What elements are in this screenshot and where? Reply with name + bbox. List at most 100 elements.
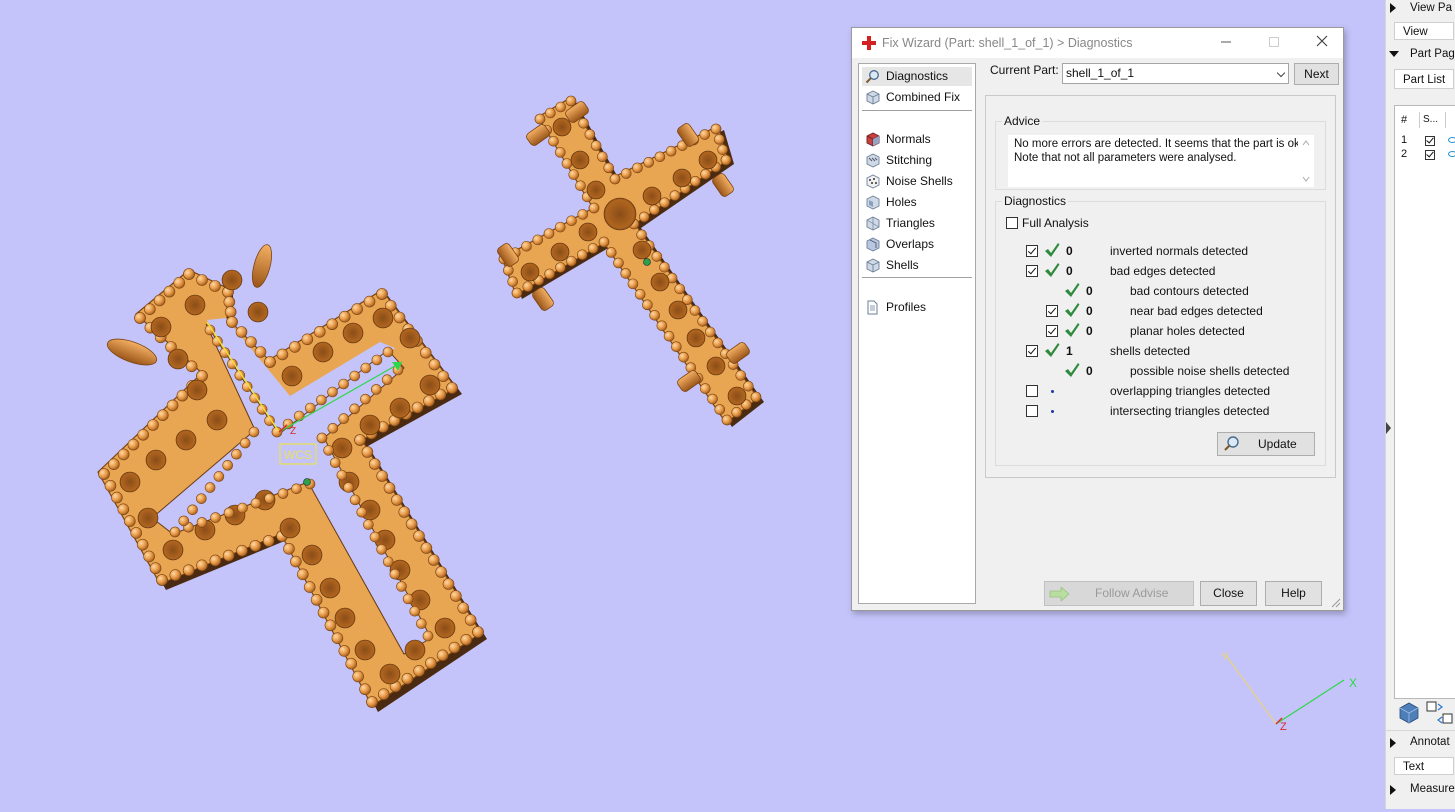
nav-item-profiles[interactable]: Profiles: [862, 298, 972, 317]
nav-item-combined-fix[interactable]: Combined Fix: [862, 88, 972, 107]
minimize-icon: [1221, 41, 1231, 43]
text-tab[interactable]: Text: [1394, 757, 1454, 775]
nav-item-label: Noise Shells: [886, 174, 953, 188]
diagnostic-count: 0: [1086, 324, 1093, 338]
magnifier-icon: [1224, 436, 1239, 451]
shells-icon: [866, 258, 880, 273]
full-analysis-checkbox[interactable]: [1006, 217, 1018, 229]
diagnostic-row: 1 shells detected: [996, 341, 1326, 361]
close-button[interactable]: Close: [1200, 581, 1257, 606]
wcs-z-label: Z: [290, 426, 296, 437]
diagnostic-count: 0: [1086, 364, 1093, 378]
nav-item-diagnostics[interactable]: Diagnostics: [862, 67, 972, 86]
overlaps-icon: [866, 237, 880, 252]
current-part-select[interactable]: shell_1_of_1: [1062, 63, 1289, 84]
diagnostic-count: 0: [1066, 244, 1073, 258]
part-number: 1: [1401, 134, 1408, 146]
checkmark-icon: [1065, 283, 1080, 297]
part-visible-checkbox[interactable]: [1425, 150, 1435, 160]
nav-item-shells[interactable]: Shells: [862, 256, 972, 275]
eye-icon[interactable]: [1448, 151, 1455, 157]
diagnostic-row: 0 planar holes detected: [996, 321, 1326, 341]
diagnostic-checkbox[interactable]: [1046, 325, 1058, 337]
current-part-value: shell_1_of_1: [1066, 66, 1135, 80]
part-list-row[interactable]: 2: [1395, 148, 1455, 162]
noise-shells-icon: [866, 174, 880, 189]
advice-group: Advice No more errors are detected. It s…: [995, 114, 1326, 190]
rotation-center-marker: [303, 478, 311, 486]
nav-divider: [862, 277, 972, 278]
resize-grip-icon[interactable]: [1329, 596, 1341, 608]
advice-line-2: Note that not all parameters were analys…: [1014, 152, 1237, 164]
diagnostic-count: 1: [1066, 344, 1073, 358]
diagnostic-label: overlapping triangles detected: [1110, 384, 1271, 398]
profiles-icon: [867, 300, 878, 315]
close-window-button[interactable]: [1311, 33, 1333, 53]
full-analysis-checkbox-row[interactable]: Full Analysis: [1006, 214, 1126, 232]
maximize-button: [1263, 33, 1285, 53]
part-pages-header[interactable]: Part Pag: [1410, 48, 1455, 60]
col-header-status: S...: [1423, 114, 1439, 125]
view-tab-label: View: [1403, 26, 1428, 38]
part-tools-icon[interactable]: [1396, 700, 1455, 726]
help-button[interactable]: Help: [1265, 581, 1322, 606]
checkmark-icon: [1045, 243, 1060, 257]
nav-item-label: Stitching: [886, 153, 933, 167]
update-button[interactable]: Update: [1217, 432, 1315, 456]
nav-item-stitching[interactable]: Stitching: [862, 151, 972, 170]
diagnostic-checkbox[interactable]: [1026, 385, 1038, 397]
diagnostic-row: 0 bad contours detected: [996, 281, 1326, 301]
diagnostic-label: possible noise shells detected: [1130, 364, 1290, 378]
diagnostic-row: 0 near bad edges detected: [996, 301, 1326, 321]
part-list-row[interactable]: 1: [1395, 134, 1455, 148]
measure-header[interactable]: Measure: [1410, 783, 1455, 795]
expand-triangle-icon[interactable]: [1390, 785, 1396, 795]
next-button-label: Next: [1304, 67, 1329, 81]
col-divider: [1419, 112, 1420, 128]
nav-item-label: Triangles: [886, 216, 935, 230]
nav-item-noise-shells[interactable]: Noise Shells: [862, 172, 972, 191]
diagnostic-row: 0 bad edges detected: [996, 261, 1326, 281]
nav-item-label: Overlaps: [886, 237, 935, 251]
dialog-titlebar[interactable]: Fix Wizard (Part: shell_1_of_1) > Diagno…: [852, 28, 1343, 58]
diagnostic-checkbox[interactable]: [1026, 345, 1038, 357]
diagnostic-checkbox[interactable]: [1026, 405, 1038, 417]
cross-1-bail-right: [252, 244, 272, 288]
collapse-triangle-icon[interactable]: [1389, 51, 1399, 57]
next-button[interactable]: Next: [1294, 63, 1339, 85]
diagnostic-count: 0: [1066, 264, 1073, 278]
diagnostic-checkbox[interactable]: [1026, 245, 1038, 257]
full-analysis-label: Full Analysis: [1022, 216, 1089, 230]
red-cross-icon: [862, 36, 876, 50]
part-list-tab[interactable]: Part List: [1394, 69, 1454, 89]
minimize-button[interactable]: [1215, 33, 1237, 53]
diagnostic-row: 0 inverted normals detected: [996, 241, 1326, 261]
fix-wizard-dialog: Fix Wizard (Part: shell_1_of_1) > Diagno…: [851, 27, 1344, 611]
diagnostic-label: intersecting triangles detected: [1110, 404, 1270, 418]
cross-part-2[interactable]: [496, 95, 764, 427]
diagnostic-checkbox[interactable]: [1026, 265, 1038, 277]
diagnostic-checkbox[interactable]: [1046, 305, 1058, 317]
diagnostic-row: overlapping triangles detected: [996, 381, 1326, 401]
annotations-header[interactable]: Annotat: [1410, 736, 1450, 748]
eye-icon[interactable]: [1448, 137, 1455, 143]
advice-scrollbar[interactable]: [1298, 135, 1314, 187]
cube-icon: [866, 90, 880, 105]
nav-item-triangles[interactable]: Triangles: [862, 214, 972, 233]
col-divider: [1445, 112, 1446, 128]
help-button-label: Help: [1281, 586, 1306, 600]
view-tab[interactable]: View: [1394, 22, 1454, 40]
part-visible-checkbox[interactable]: [1425, 136, 1435, 146]
nav-item-overlaps[interactable]: Overlaps: [862, 235, 972, 254]
diagnostic-label: bad edges detected: [1110, 264, 1216, 278]
col-header-number: #: [1401, 114, 1408, 126]
cross-part-1[interactable]: [97, 243, 487, 712]
close-icon: [1316, 35, 1328, 47]
expand-triangle-icon[interactable]: [1390, 738, 1396, 748]
panel-splitter-arrow-icon[interactable]: [1386, 422, 1391, 434]
part-number: 2: [1401, 148, 1408, 160]
view-pages-header[interactable]: View Pa: [1410, 2, 1452, 14]
nav-item-normals[interactable]: Normals: [862, 130, 972, 149]
nav-item-holes[interactable]: Holes: [862, 193, 972, 212]
expand-triangle-icon[interactable]: [1390, 3, 1396, 13]
